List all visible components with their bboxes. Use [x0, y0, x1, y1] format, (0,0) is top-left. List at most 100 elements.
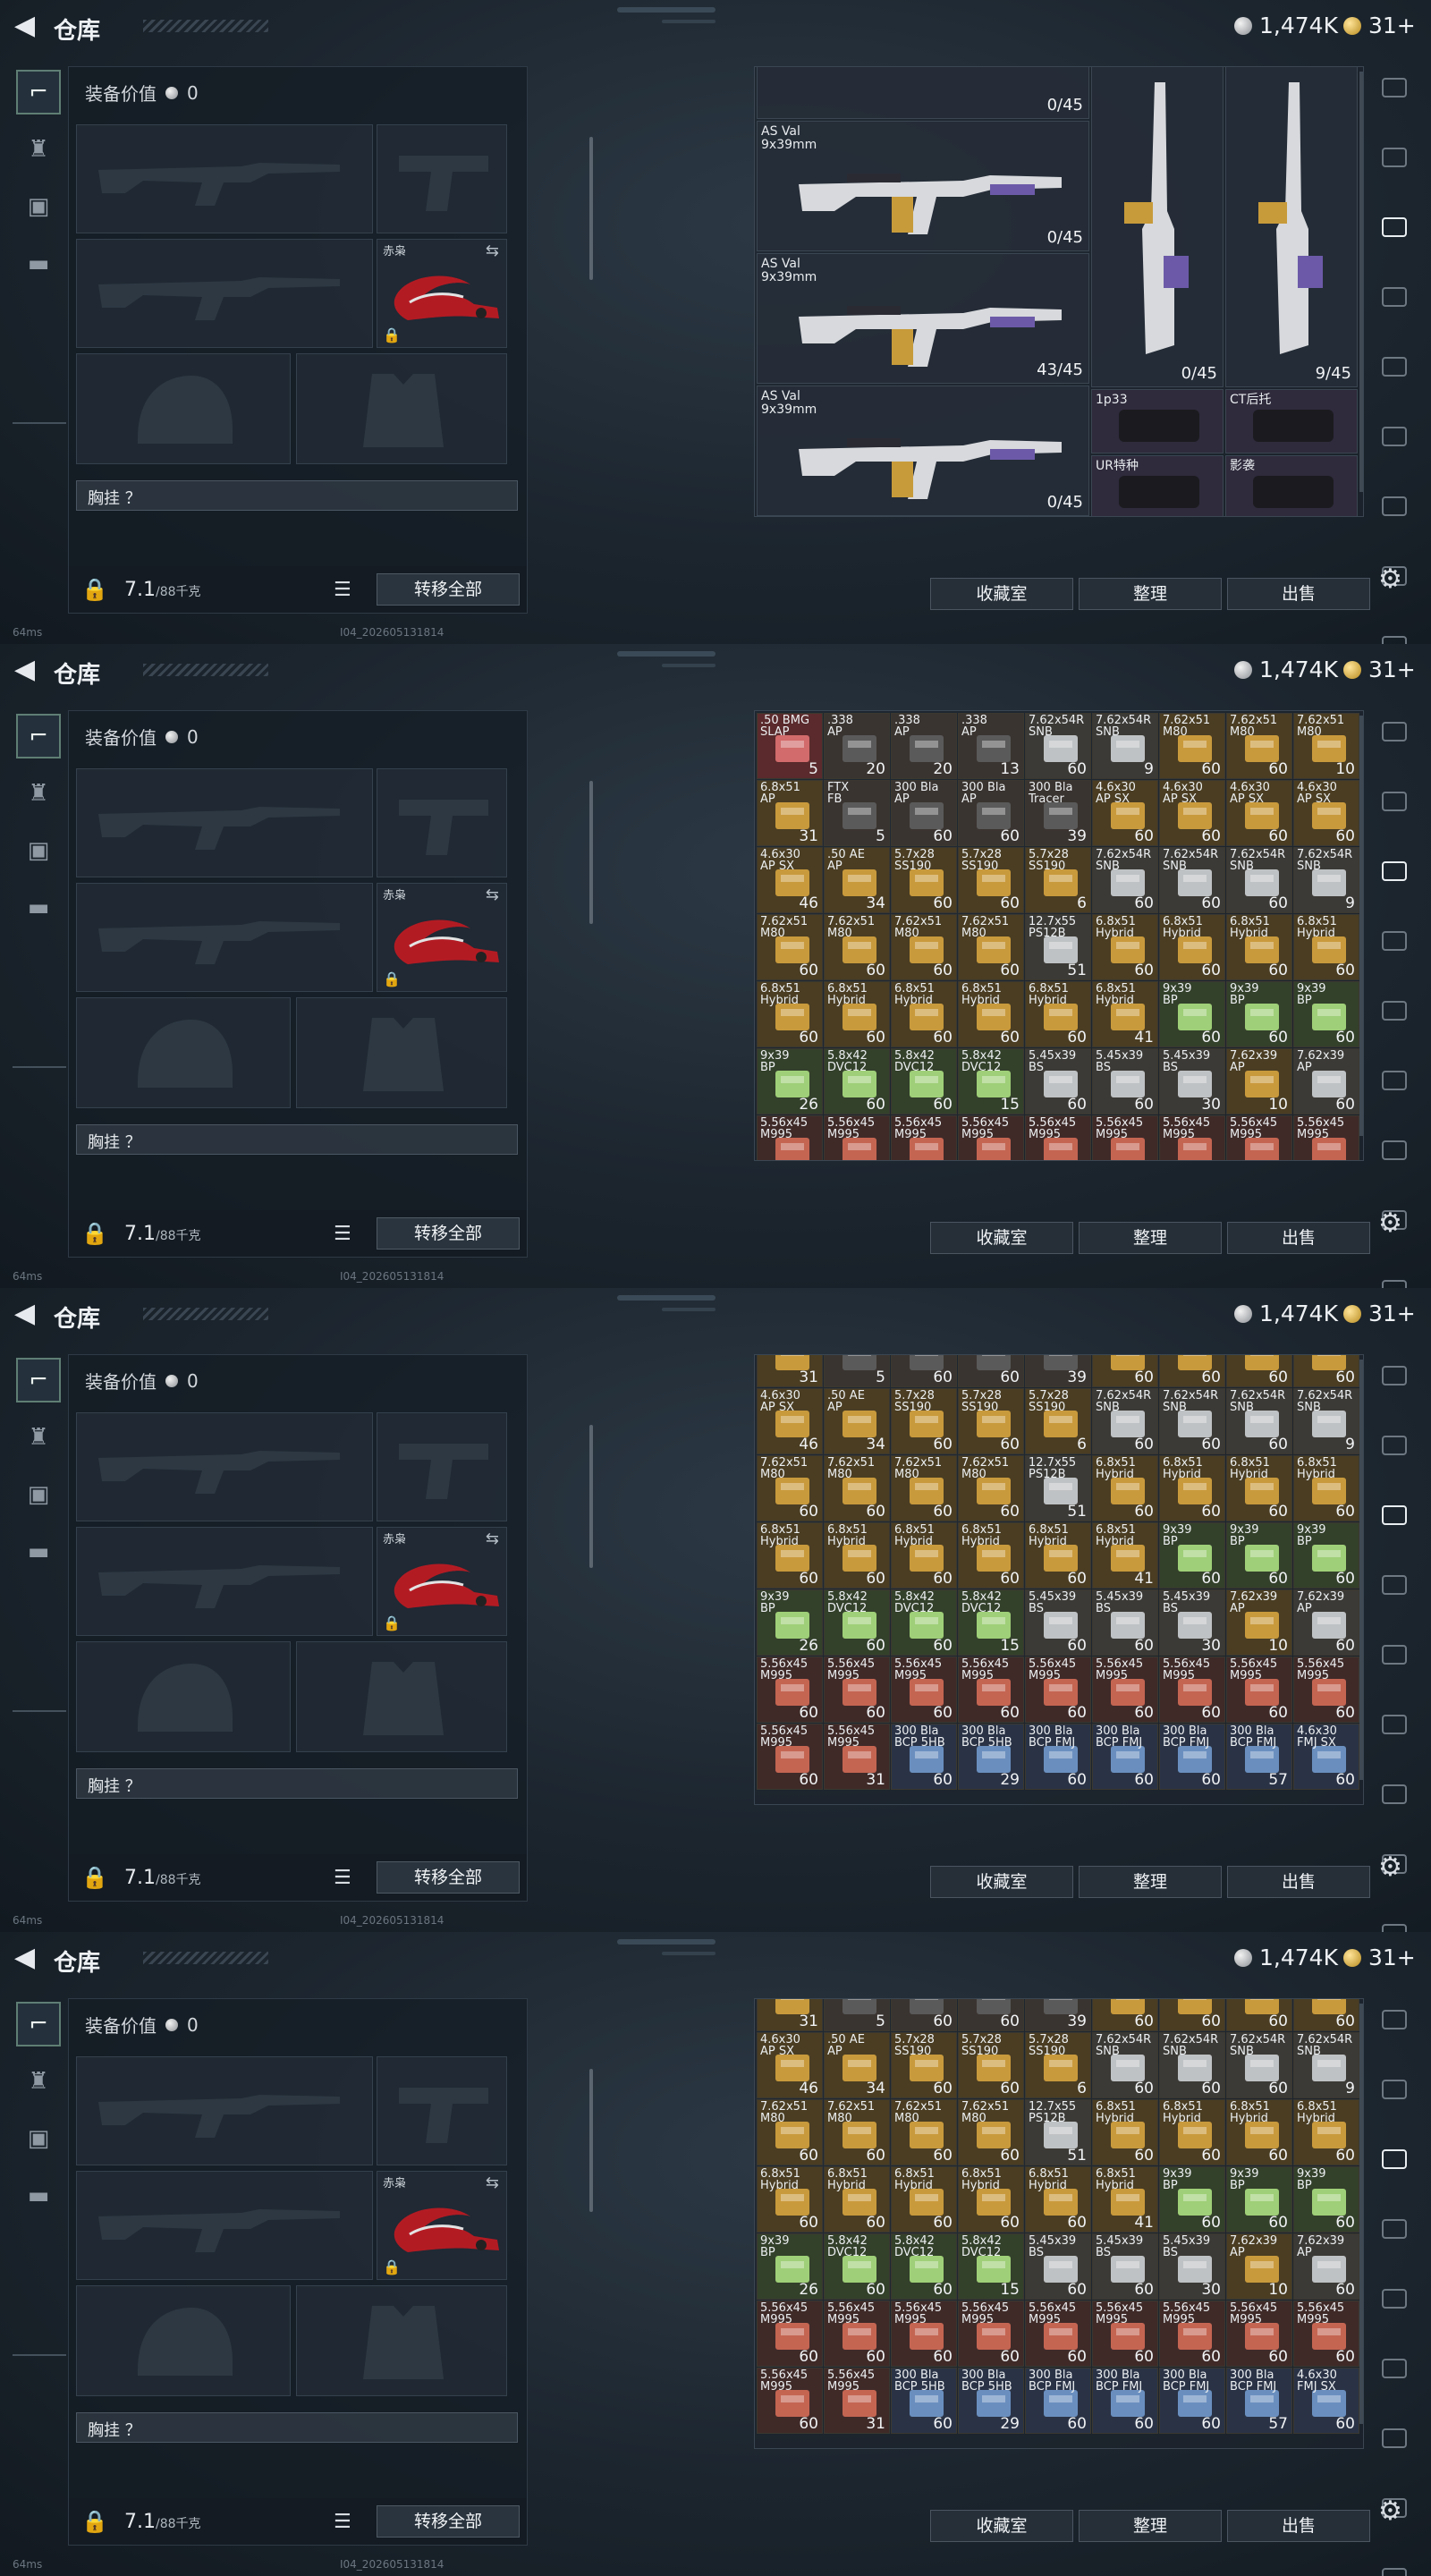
weapon-cell-as-val[interactable]: AS Val 9x39mm 0/45 [757, 386, 1089, 516]
list-icon[interactable]: ☰ [334, 2511, 351, 2533]
melee-slot[interactable]: 赤枭 ⇆ 🔒 [377, 2171, 507, 2280]
swap-icon[interactable]: ⇆ [486, 1530, 499, 1548]
ammo-cell[interactable]: 5.7x28 SS190 60 [891, 2032, 957, 2098]
weapon-cell-as-val[interactable]: AS Val 9x39mm 0/45 [757, 121, 1089, 251]
right-nav-item-icon[interactable] [1376, 1277, 1413, 1288]
ammo-cell[interactable]: 9x39 BP 60 [1159, 2166, 1225, 2233]
gold-currency[interactable]: 31+ [1343, 1945, 1416, 1970]
ammo-cell[interactable]: 5.56x45 M99560 [958, 1657, 1024, 1723]
equipment-scrollbar[interactable] [589, 1425, 593, 1568]
ammo-cell[interactable]: 5.45x39 BS 60 [1025, 1589, 1091, 1656]
ammo-cell[interactable]: 5.56x45 M99560 [757, 2368, 823, 2434]
ammo-cell[interactable]: 6.8x51 Hybrid 60 [1159, 914, 1225, 980]
ammo-cell[interactable]: 6.8x51 Hybrid 41 [1092, 2166, 1158, 2233]
ammo-cell[interactable]: 5.56x45 M99560 [1159, 1115, 1225, 1160]
armor-slot[interactable] [296, 1641, 507, 1752]
ammo-cell[interactable]: 7.62x54R SNB 60 [1226, 1388, 1292, 1454]
ammo-cell[interactable]: 9x39 BP 60 [1226, 2166, 1292, 2233]
ammo-cell[interactable]: 60 [1226, 1999, 1292, 2031]
ammo-cell[interactable]: 7.62x51 M80 10 [1293, 713, 1359, 779]
ammo-cell[interactable]: 5.56x45 M99560 [1226, 1115, 1292, 1160]
list-icon[interactable]: ☰ [334, 579, 351, 601]
ammo-cell[interactable]: 31 [757, 1355, 823, 1387]
ammo-cell[interactable]: 5.56x45 M99560 [1025, 1657, 1091, 1723]
ammo-cell[interactable]: 5.56x45 M99560 [757, 1657, 823, 1723]
case-tab-icon[interactable]: ▬ [16, 242, 61, 286]
ammo-cell[interactable]: 6.8x51 Hybrid 60 [1159, 2099, 1225, 2165]
ammo-cell[interactable]: 6.8x51 Hybrid 60 [1226, 2099, 1292, 2165]
right-nav-item-icon[interactable] [1376, 1921, 1413, 1932]
collection-button[interactable]: 收藏室 [930, 1222, 1073, 1254]
right-nav-item-icon[interactable] [1376, 2426, 1413, 2463]
weight-lock-icon[interactable]: 🔒 [81, 1221, 108, 1246]
right-nav-item-icon[interactable] [1376, 928, 1413, 966]
ammo-cell[interactable]: 6.8x51 Hybrid 60 [1159, 1455, 1225, 1521]
swap-icon[interactable]: ⇆ [486, 886, 499, 904]
ammo-cell[interactable]: 6.8x51 Hybrid 41 [1092, 1522, 1158, 1589]
weapon-tab-icon[interactable]: ⌐ [16, 1358, 61, 1402]
right-nav-item-icon[interactable] [1376, 284, 1413, 322]
ammo-cell[interactable]: 12.7x55 PS12B 51 [1025, 914, 1091, 980]
ammo-cell[interactable]: 6.8x51 Hybrid 60 [757, 981, 823, 1047]
right-nav-item-icon[interactable] [1376, 1503, 1413, 1540]
swap-icon[interactable]: ⇆ [486, 2174, 499, 2192]
ammo-cell[interactable]: 7.62x51 M80 60 [824, 1455, 890, 1521]
ammo-cell[interactable]: 5.56x45 M99560 [757, 2301, 823, 2367]
sort-button[interactable]: 整理 [1079, 2510, 1222, 2542]
ammo-cell[interactable]: 60 [1159, 1999, 1225, 2031]
right-nav-item-icon[interactable] [1376, 1068, 1413, 1106]
equipment-scrollbar[interactable] [589, 137, 593, 280]
ammo-cell[interactable]: 6.8x51 Hybrid 60 [824, 2166, 890, 2233]
ammo-cell[interactable]: 4.6x30 AP SX 46 [757, 2032, 823, 2098]
settings-gear-icon[interactable]: ⚙ [1378, 564, 1402, 595]
right-nav-item-icon[interactable] [1376, 494, 1413, 531]
silver-currency[interactable]: 1,474K [1234, 1301, 1338, 1326]
ammo-cell[interactable]: 5.56x45 M99560 [1293, 1657, 1359, 1723]
right-nav-item-icon[interactable] [1376, 2147, 1413, 2184]
ammo-cell[interactable]: 9x39 BP 60 [1293, 981, 1359, 1047]
ammo-cell[interactable]: 6.8x51 Hybrid 60 [891, 2166, 957, 2233]
ammo-cell[interactable]: 60 [1293, 1355, 1359, 1387]
sell-button[interactable]: 出售 [1227, 1222, 1370, 1254]
ammo-cell[interactable]: 300 Bla BCP FMJ 60 [1025, 2368, 1091, 2434]
ammo-cell[interactable]: 5.45x39 BS 30 [1159, 1048, 1225, 1114]
ammo-cell[interactable]: .338 AP 20 [891, 713, 957, 779]
case-tab-icon[interactable]: ▬ [16, 1530, 61, 1574]
ammo-cell[interactable]: 6.8x51 Hybrid 60 [958, 2166, 1024, 2233]
ammo-cell[interactable]: 7.62x39 AP 10 [1226, 1589, 1292, 1656]
ammo-cell[interactable]: 7.62x54R SNB 9 [1293, 847, 1359, 913]
ammo-cell[interactable]: 5.56x45 M99560 [757, 1724, 823, 1790]
right-nav-item-icon[interactable] [1376, 1782, 1413, 1819]
collection-button[interactable]: 收藏室 [930, 2510, 1073, 2542]
secondary-weapon-slot[interactable] [76, 1527, 373, 1636]
ammo-cell[interactable]: 9x39 BP 60 [1293, 2166, 1359, 2233]
helmet-slot[interactable] [76, 353, 291, 464]
ammo-cell[interactable]: 7.62x39 AP 60 [1293, 2233, 1359, 2300]
helmet-slot[interactable] [76, 2285, 291, 2396]
right-nav-item-icon[interactable] [1376, 354, 1413, 392]
ammo-cell[interactable]: 6.8x51 AP 31 [757, 780, 823, 846]
right-nav-item-icon[interactable] [1376, 2007, 1413, 2045]
weapon-tab-icon[interactable]: ⌐ [16, 714, 61, 758]
ammo-cell[interactable]: 6.8x51 Hybrid 60 [1025, 1522, 1091, 1589]
attachment-cell[interactable]: 1p33 [1091, 389, 1224, 453]
ammo-cell[interactable]: FTX FB 5 [824, 780, 890, 846]
right-nav-item-icon[interactable] [1376, 2216, 1413, 2254]
ammo-cell[interactable]: .338 AP 13 [958, 713, 1024, 779]
list-icon[interactable]: ☰ [334, 1223, 351, 1245]
ammo-cell[interactable]: 300 Bla BCP 5HB 29 [958, 2368, 1024, 2434]
right-nav-item-icon[interactable] [1376, 1572, 1413, 1610]
sort-button[interactable]: 整理 [1079, 578, 1222, 610]
pistol-slot[interactable] [377, 2056, 507, 2165]
ammo-cell[interactable]: 7.62x51 M80 60 [891, 2099, 957, 2165]
ammo-cell[interactable]: 7.62x39 AP 60 [1293, 1048, 1359, 1114]
ammo-cell[interactable]: 300 Bla BCP FMJ 60 [1092, 1724, 1158, 1790]
right-nav-item-icon[interactable] [1376, 145, 1413, 182]
ammo-cell[interactable]: 300 Bla AP 60 [958, 780, 1024, 846]
ammo-cell[interactable]: 6.8x51 Hybrid 60 [824, 1522, 890, 1589]
ammo-cell[interactable]: 6.8x51 Hybrid 60 [1226, 914, 1292, 980]
ammo-cell[interactable]: 5.7x28 SS190 60 [958, 2032, 1024, 2098]
sell-button[interactable]: 出售 [1227, 2510, 1370, 2542]
melee-slot[interactable]: 赤枭 ⇆ 🔒 [377, 239, 507, 348]
stash-scrollbar[interactable] [1359, 1360, 1363, 1780]
